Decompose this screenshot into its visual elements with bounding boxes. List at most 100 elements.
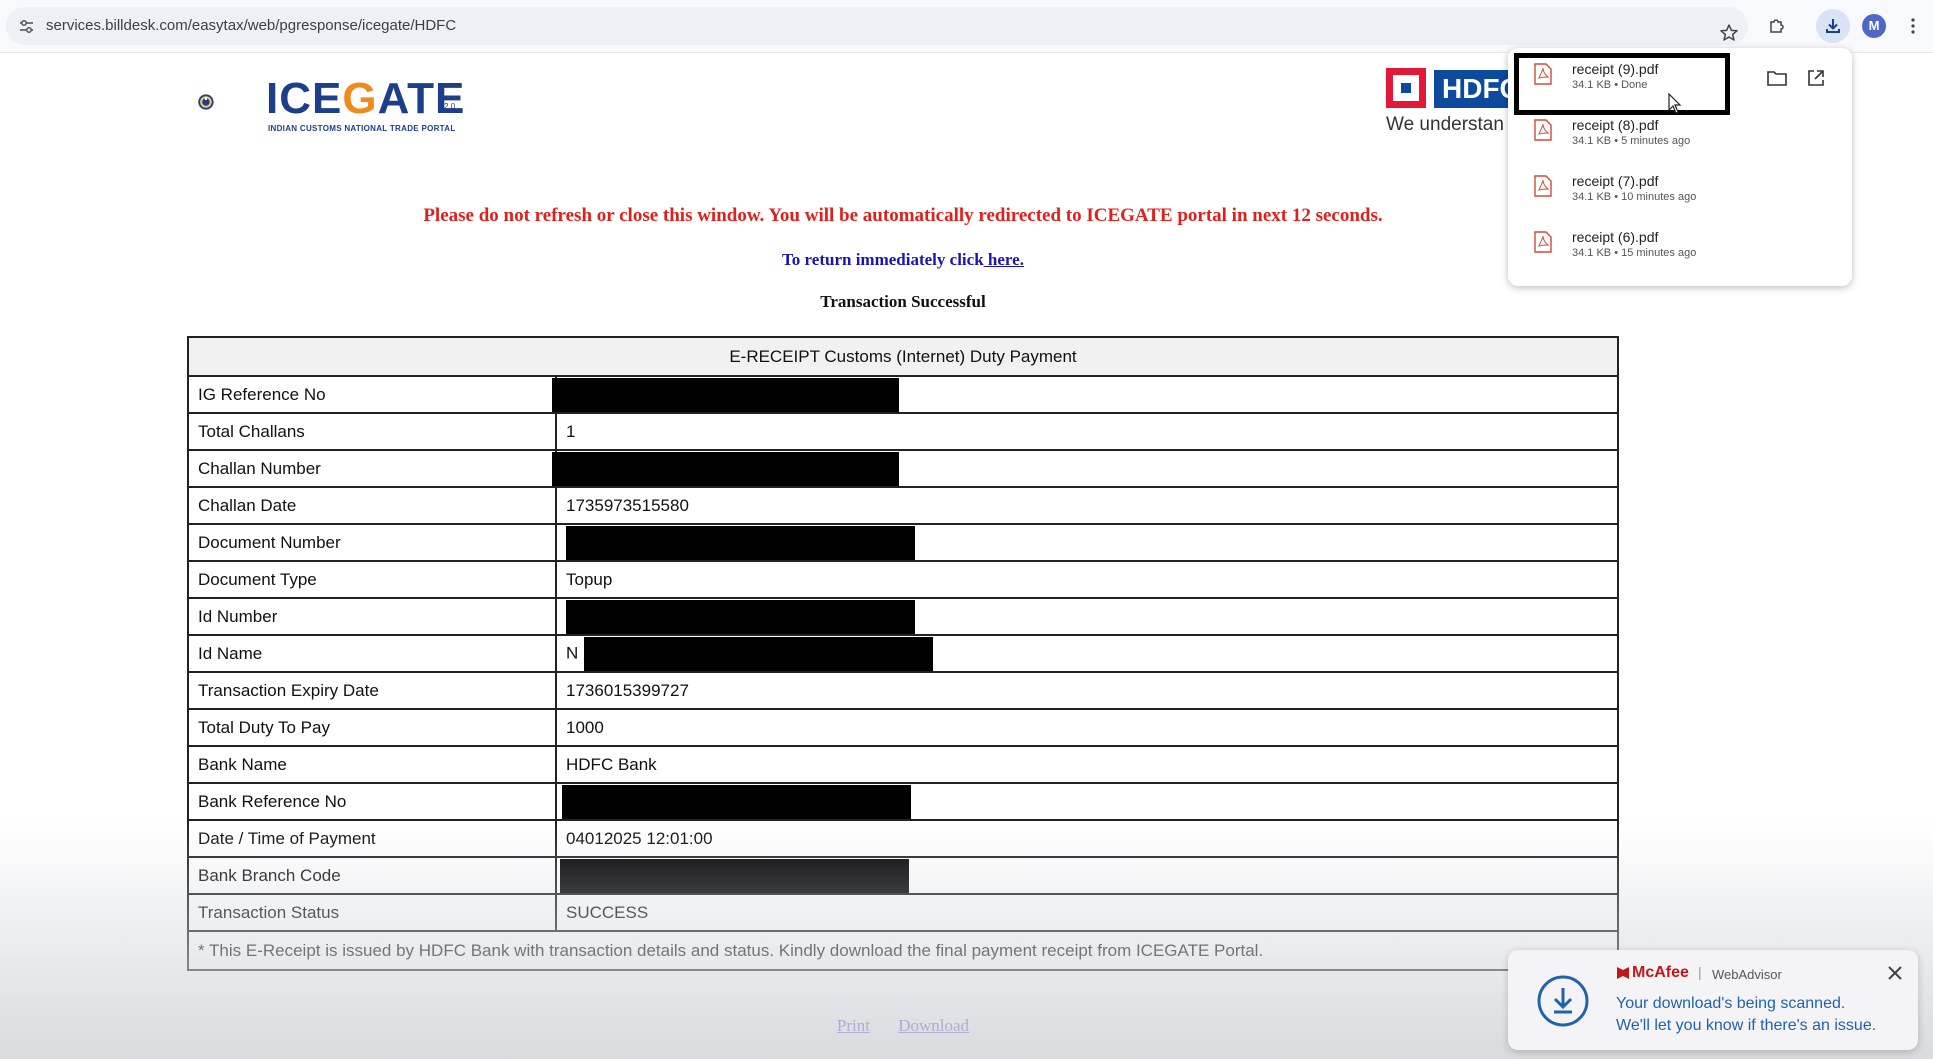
icegate-tagline: INDIAN CUSTOMS NATIONAL TRADE PORTAL (268, 124, 456, 133)
row-value: SUCCESS (555, 893, 1619, 932)
table-row: Id Number (187, 597, 1619, 636)
table-row: Bank Branch Code (187, 856, 1619, 895)
download-scan-icon (1537, 975, 1589, 1027)
download-filename: receipt (6).pdf (1572, 229, 1659, 245)
row-value (555, 597, 1619, 636)
mcafee-brand: McAfee (1632, 964, 1689, 981)
bookmark-star-icon[interactable] (1712, 16, 1746, 50)
redaction-block (562, 784, 911, 819)
row-value: 1000 (555, 708, 1619, 747)
row-label: Bank Reference No (187, 782, 557, 821)
download-filename: receipt (8).pdf (1572, 117, 1659, 133)
row-value-text: N (566, 642, 579, 662)
row-value-text: 04012025 12:01:00 (566, 828, 713, 848)
kebab-menu-icon[interactable] (1896, 9, 1930, 43)
extensions-puzzle-icon[interactable] (1760, 9, 1794, 43)
browser-toolbar: services.billdesk.com/easytax/web/pgresp… (0, 0, 1933, 53)
table-row: Transaction Status SUCCESS (187, 893, 1619, 932)
downloads-icon[interactable] (1816, 9, 1850, 43)
row-value: 1736015399727 (555, 671, 1619, 710)
return-prefix: To return immediately click (782, 250, 984, 269)
mcafee-message-line2: We'll let you know if there's an issue. (1616, 1017, 1877, 1034)
row-label: Transaction Expiry Date (187, 671, 557, 710)
redaction-block (584, 636, 934, 671)
row-value: 1 (555, 412, 1619, 451)
table-row: Document Number (187, 523, 1619, 562)
table-row: Challan Date 1735973515580 (187, 486, 1619, 525)
icegate-logo-text: ICEGATE (266, 74, 466, 123)
pdf-file-icon (1534, 231, 1552, 253)
pdf-file-icon (1534, 175, 1552, 197)
row-value-text: 1735973515580 (566, 495, 689, 515)
mcafee-product: WebAdvisor (1712, 967, 1782, 982)
row-label: Challan Date (187, 486, 557, 525)
return-here-link[interactable]: here. (984, 250, 1024, 269)
download-filename: receipt (9).pdf (1572, 61, 1659, 77)
row-label: Document Number (187, 523, 557, 562)
row-value-text: SUCCESS (566, 902, 649, 922)
table-row: Challan Number (187, 449, 1619, 488)
row-label: IG Reference No (187, 375, 557, 414)
row-label: Bank Branch Code (187, 856, 557, 895)
table-row: IG Reference No (187, 375, 1619, 414)
table-row: Bank Name HDFC Bank (187, 745, 1619, 784)
row-value: Topup (555, 560, 1619, 599)
row-label: Document Type (187, 560, 557, 599)
row-label: Total Challans (187, 412, 557, 451)
download-item[interactable]: receipt (6).pdf 34.1 KB • 15 minutes ago (1508, 220, 1852, 276)
row-value (552, 449, 1619, 488)
download-item[interactable]: receipt (7).pdf 34.1 KB • 10 minutes ago (1508, 164, 1852, 220)
downloads-panel: receipt (9).pdf 34.1 KB • Done receipt (8)… (1508, 48, 1852, 286)
download-meta: 34.1 KB • Done (1572, 79, 1648, 91)
close-icon[interactable] (1886, 964, 1904, 982)
folder-icon[interactable] (1766, 68, 1788, 88)
download-meta: 34.1 KB • 15 minutes ago (1572, 247, 1697, 259)
row-value-text: Topup (566, 569, 613, 589)
row-label: Total Duty To Pay (187, 708, 557, 747)
receipt-title: E-RECEIPT Customs (Internet) Duty Paymen… (187, 336, 1619, 377)
row-value: 04012025 12:01:00 (555, 819, 1619, 858)
row-value (555, 782, 1619, 821)
print-link[interactable]: Print (837, 1016, 870, 1035)
row-value-text: 1000 (566, 717, 604, 737)
open-external-icon[interactable] (1806, 68, 1826, 88)
download-meta: 34.1 KB • 10 minutes ago (1572, 191, 1697, 203)
row-label: Challan Number (187, 449, 557, 488)
mcafee-logo-icon (1617, 967, 1629, 979)
table-row: Transaction Expiry Date 1736015399727 (187, 671, 1619, 710)
row-value-text: 1 (566, 421, 576, 441)
download-link[interactable]: Download (898, 1016, 969, 1035)
redaction-block (560, 858, 909, 893)
table-row: Bank Reference No (187, 782, 1619, 821)
profile-avatar[interactable]: M (1862, 14, 1886, 38)
download-filename: receipt (7).pdf (1572, 173, 1659, 189)
row-value (552, 375, 1619, 414)
receipt-footnote: * This E-Receipt is issued by HDFC Bank … (187, 930, 1619, 971)
hdfc-emblem-icon (1386, 68, 1426, 108)
row-value (555, 523, 1619, 562)
redaction-block (566, 525, 915, 560)
address-bar[interactable]: services.billdesk.com/easytax/web/pgresp… (6, 7, 1748, 45)
table-row: Total Duty To Pay 1000 (187, 708, 1619, 747)
mcafee-toast: McAfee | WebAdvisor Your download's bein… (1508, 950, 1918, 1050)
transaction-status-heading: Transaction Successful (820, 292, 986, 311)
row-label: Transaction Status (187, 893, 557, 932)
receipt-table: E-RECEIPT Customs (Internet) Duty Paymen… (187, 336, 1619, 971)
row-value: N (555, 634, 1619, 673)
url-text[interactable]: services.billdesk.com/easytax/web/pgresp… (46, 7, 456, 45)
row-label: Id Name (187, 634, 557, 673)
row-value-text: 1736015399727 (566, 680, 689, 700)
row-value-text: HDFC Bank (566, 754, 657, 774)
row-label: Id Number (187, 597, 557, 636)
mcafee-message-line1: Your download's being scanned. (1616, 995, 1846, 1012)
redaction-block (552, 377, 899, 412)
site-info-icon[interactable] (18, 18, 35, 35)
download-item[interactable]: receipt (8).pdf 34.1 KB • 5 minutes ago (1508, 108, 1852, 164)
pdf-file-icon (1534, 63, 1552, 85)
table-row: Total Challans 1 (187, 412, 1619, 451)
row-value: HDFC Bank (555, 745, 1619, 784)
table-row: Document Type Topup (187, 560, 1619, 599)
mcafee-separator: | (1698, 964, 1702, 980)
redaction-block (566, 599, 915, 634)
icegate-version: 2.0 (444, 102, 456, 111)
